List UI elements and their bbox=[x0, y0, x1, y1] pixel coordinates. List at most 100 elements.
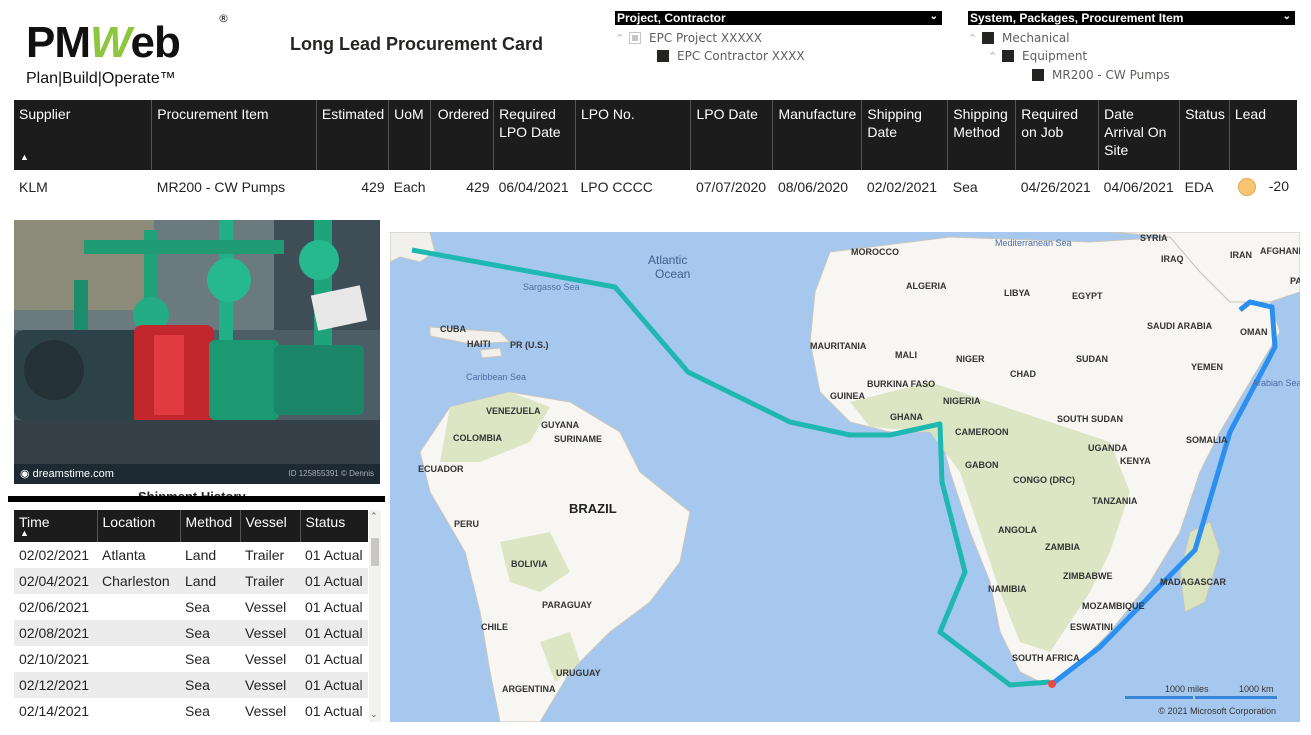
photo-id: ID 125855391 © Dennis bbox=[288, 469, 374, 478]
cell-method: Sea bbox=[180, 672, 240, 698]
cell-status: 01 Actual bbox=[300, 568, 368, 594]
checked-checkbox[interactable] bbox=[1032, 69, 1044, 81]
sort-ascending-icon[interactable]: ▲ bbox=[20, 528, 29, 538]
chevron-down-icon[interactable]: ⌄ bbox=[1283, 10, 1291, 24]
slicer-item-label: Equipment bbox=[1022, 49, 1088, 63]
slicer-item-equipment[interactable]: ⌃ Equipment bbox=[988, 49, 1087, 63]
logo-tagline: Plan|Build|Operate™ bbox=[26, 70, 176, 87]
checked-checkbox[interactable] bbox=[982, 32, 994, 44]
label-country: NIGER bbox=[956, 354, 985, 364]
table-row[interactable]: 02/06/2021 Sea Vessel 01 Actual bbox=[14, 594, 368, 620]
cell-procurement-item: MR200 - CW Pumps bbox=[156, 179, 286, 195]
column-header-procurement-item[interactable]: Procurement Item bbox=[151, 100, 317, 170]
system-package-slicer-header[interactable]: System, Packages, Procurement Item ⌄ bbox=[968, 11, 1295, 25]
collapse-caret-icon[interactable]: ⌃ bbox=[988, 50, 1002, 63]
cell-time: 02/04/2021 bbox=[14, 568, 97, 594]
table-row[interactable]: 02/14/2021 Sea Vessel 01 Actual bbox=[14, 698, 368, 724]
table-header-row: Supplier ▲ Procurement Item Estimated UoM… bbox=[14, 100, 1297, 170]
cell-location: Atlanta bbox=[102, 547, 146, 563]
label-country: PA bbox=[1290, 276, 1300, 286]
column-header-lead[interactable]: Lead bbox=[1229, 100, 1297, 170]
label-country: ZIMBABWE bbox=[1063, 571, 1113, 581]
column-header-manufacture[interactable]: Manufacture bbox=[772, 100, 863, 170]
column-header-estimated[interactable]: Estimated bbox=[316, 100, 390, 170]
label-country: ANGOLA bbox=[998, 525, 1037, 535]
cell-required-lpo-date: 06/04/2021 bbox=[498, 179, 569, 195]
label-country: GUYANA bbox=[541, 420, 580, 430]
project-contractor-slicer-header[interactable]: Project, Contractor ⌄ bbox=[615, 11, 942, 25]
label-sea: Arabian Sea bbox=[1252, 378, 1300, 388]
table-row[interactable]: 02/02/2021 Atlanta Land Trailer 01 Actual bbox=[14, 542, 368, 568]
scrollbar-thumb[interactable] bbox=[371, 538, 379, 566]
column-header-vessel[interactable]: Vessel bbox=[240, 510, 301, 542]
column-header-required-lpo-date[interactable]: Required LPO Date bbox=[493, 100, 577, 170]
partial-checkbox[interactable] bbox=[629, 32, 641, 44]
checked-checkbox[interactable] bbox=[1002, 50, 1014, 62]
label-country: BURKINA FASO bbox=[867, 379, 935, 389]
label-country: URUGUAY bbox=[556, 668, 601, 678]
cell-vessel: Vessel bbox=[240, 620, 300, 646]
slicer-item-mr200[interactable]: MR200 - CW Pumps bbox=[1032, 68, 1170, 82]
slicer-item-contractor[interactable]: EPC Contractor XXXX bbox=[657, 49, 805, 63]
column-header-location[interactable]: Location bbox=[97, 510, 181, 542]
checked-checkbox[interactable] bbox=[657, 50, 669, 62]
table-row[interactable]: KLM MR200 - CW Pumps 429 Each 429 06/04/… bbox=[14, 170, 1297, 198]
label-country: CHILE bbox=[481, 622, 508, 632]
cell-status: 01 Actual bbox=[300, 620, 368, 646]
label-country: GUINEA bbox=[830, 391, 866, 401]
column-header-time[interactable]: Time ▲ bbox=[14, 510, 98, 542]
label-country: NAMIBIA bbox=[988, 584, 1027, 594]
column-header-shipping-method[interactable]: Shipping Method bbox=[947, 100, 1017, 170]
sort-ascending-icon[interactable]: ▲ bbox=[20, 148, 29, 166]
cell-status: EDA bbox=[1184, 179, 1214, 195]
label-country: SURINAME bbox=[554, 434, 602, 444]
system-package-slicer[interactable]: System, Packages, Procurement Item ⌄ bbox=[968, 11, 1295, 25]
label-country: MADAGASCAR bbox=[1160, 577, 1226, 587]
lead-value: -20 bbox=[1268, 177, 1289, 194]
column-header-lpo-date[interactable]: LPO Date bbox=[690, 100, 774, 170]
cell-location bbox=[97, 672, 180, 698]
column-header-shipping-date[interactable]: Shipping Date bbox=[861, 100, 949, 170]
chevron-down-icon[interactable]: ⌄ bbox=[370, 710, 378, 720]
label-country: IRAQ bbox=[1161, 254, 1184, 264]
current-position-marker[interactable] bbox=[1048, 680, 1056, 688]
table-row[interactable]: 02/10/2021 Sea Vessel 01 Actual bbox=[14, 646, 368, 672]
label-country: SOUTH SUDAN bbox=[1057, 414, 1123, 424]
cell-shipping-date: 02/02/2021 bbox=[866, 179, 937, 195]
collapse-caret-icon[interactable]: ⌃ bbox=[615, 32, 629, 45]
label-country: NIGERIA bbox=[943, 396, 981, 406]
label-country: COLOMBIA bbox=[453, 433, 502, 443]
label-country: CUBA bbox=[440, 324, 466, 334]
label-country: CAMEROON bbox=[955, 427, 1009, 437]
column-header-method[interactable]: Method bbox=[180, 510, 241, 542]
column-header-ordered[interactable]: Ordered bbox=[430, 100, 495, 170]
table-row[interactable]: 02/08/2021 Sea Vessel 01 Actual bbox=[14, 620, 368, 646]
dreamstime-icon: ◉ bbox=[20, 468, 33, 480]
column-header-status[interactable]: Status bbox=[1179, 100, 1230, 170]
label-country: MOZAMBIQUE bbox=[1082, 601, 1145, 611]
column-header-uom[interactable]: UoM bbox=[388, 100, 432, 170]
cell-location bbox=[97, 594, 180, 620]
slicer-item-mechanical[interactable]: ⌃ Mechanical bbox=[968, 31, 1070, 45]
label-country: TANZANIA bbox=[1092, 496, 1138, 506]
table-row[interactable]: 02/04/2021 Charleston Land Trailer 01 Actual bbox=[14, 568, 368, 594]
column-header-arrival-on-site[interactable]: Date Arrival On Site bbox=[1098, 100, 1181, 170]
project-contractor-slicer[interactable]: Project, Contractor ⌄ bbox=[615, 11, 942, 25]
table-row[interactable]: 02/12/2021 Sea Vessel 01 Actual bbox=[14, 672, 368, 698]
cell-location bbox=[97, 698, 180, 724]
shipping-route-map[interactable]: Atlantic Ocean Sargasso Sea Caribbean Se… bbox=[390, 232, 1300, 722]
chevron-up-icon[interactable]: ⌃ bbox=[370, 512, 378, 522]
column-header-status[interactable]: Status bbox=[300, 510, 368, 542]
column-header-required-on-job[interactable]: Required on Job bbox=[1015, 100, 1100, 170]
column-header-lpo-no[interactable]: LPO No. bbox=[575, 100, 692, 170]
label-ocean: Ocean bbox=[655, 267, 690, 281]
cell-vessel: Vessel bbox=[245, 599, 287, 615]
collapse-caret-icon[interactable]: ⌃ bbox=[968, 32, 982, 45]
cell-estimated: 429 bbox=[361, 179, 385, 195]
slicer-item-project[interactable]: ⌃ EPC Project XXXXX bbox=[615, 31, 762, 45]
cell-status: 01 Actual bbox=[305, 547, 363, 563]
slicer-item-label: MR200 - CW Pumps bbox=[1052, 68, 1170, 82]
chevron-down-icon[interactable]: ⌄ bbox=[930, 10, 938, 24]
column-header-supplier[interactable]: Supplier ▲ bbox=[14, 100, 153, 170]
shipment-history-scrollbar[interactable]: ⌃ ⌄ bbox=[369, 510, 381, 722]
